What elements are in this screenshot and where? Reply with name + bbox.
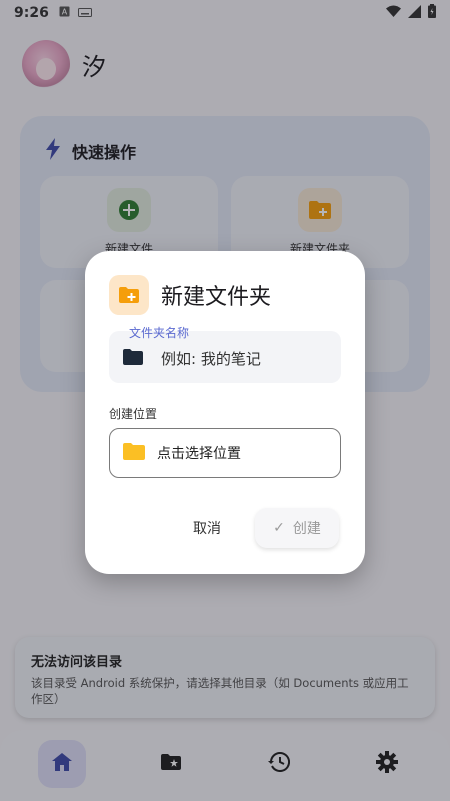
check-icon: ✓ xyxy=(273,520,285,536)
folder-name-label: 文件夹名称 xyxy=(129,326,190,340)
select-location-button[interactable]: 点击选择位置 xyxy=(109,428,341,478)
new-folder-dialog: 新建文件夹 文件夹名称 例如: 我的笔记 创建位置 点击选择位置 取消 ✓ 创建 xyxy=(85,251,365,574)
folder-plus-icon xyxy=(109,275,149,315)
dialog-title: 新建文件夹 xyxy=(161,285,272,310)
folder-name-input[interactable]: 例如: 我的笔记 xyxy=(161,348,261,369)
create-button[interactable]: ✓ 创建 xyxy=(255,508,339,548)
location-label: 创建位置 xyxy=(109,407,158,421)
cancel-button[interactable]: 取消 xyxy=(187,514,227,542)
folder-icon xyxy=(123,442,145,464)
folder-icon xyxy=(123,349,143,369)
select-location-text: 点击选择位置 xyxy=(157,446,241,462)
folder-name-field[interactable]: 文件夹名称 例如: 我的笔记 xyxy=(109,326,341,383)
dialog-header: 新建文件夹 xyxy=(109,275,271,315)
create-button-label: 创建 xyxy=(292,521,321,537)
